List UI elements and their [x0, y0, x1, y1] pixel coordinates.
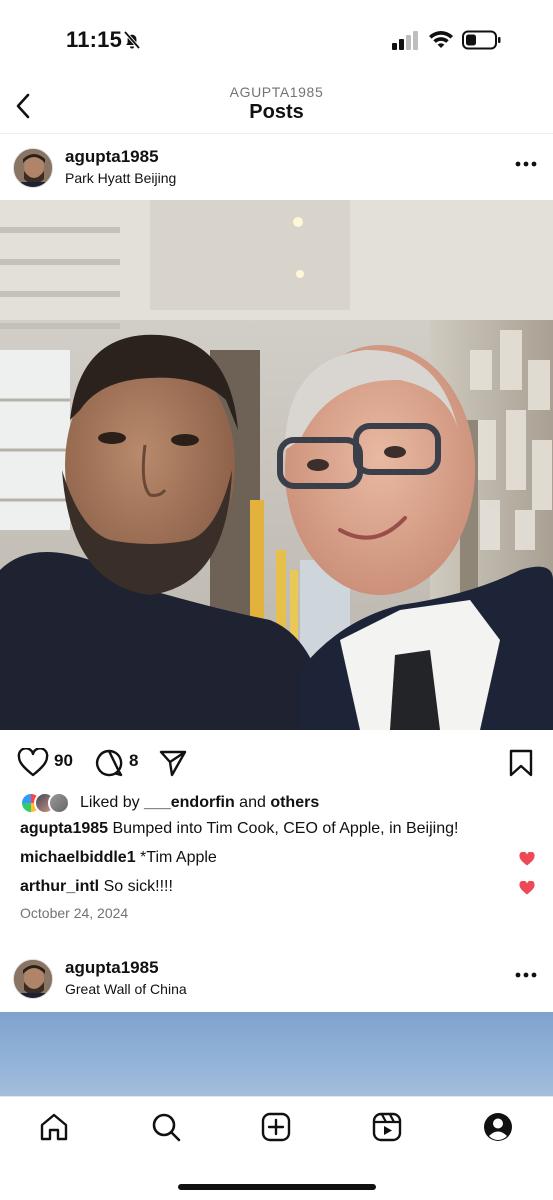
liked-by-and: and	[234, 794, 271, 811]
avatar[interactable]	[13, 148, 53, 188]
liked-by-others[interactable]: others	[270, 794, 319, 811]
reels-icon[interactable]	[371, 1111, 403, 1143]
liked-by-prefix: Liked by	[80, 794, 145, 811]
comment-username[interactable]: michaelbiddle1	[20, 849, 136, 866]
wifi-icon	[429, 31, 453, 48]
comment-text: So sick!!!!	[99, 878, 173, 895]
post-caption: agupta1985 Bumped into Tim Cook, CEO of …	[20, 820, 458, 838]
create-icon[interactable]	[260, 1111, 292, 1143]
home-icon[interactable]	[38, 1111, 70, 1143]
post-actions: 90 8	[0, 740, 553, 784]
heart-icon[interactable]	[17, 748, 49, 778]
cellular-signal-icon	[392, 31, 418, 50]
more-options-icon[interactable]	[515, 161, 537, 167]
post-header: agupta1985 Great Wall of China	[0, 946, 553, 1012]
comment-like-heart-icon[interactable]	[519, 881, 535, 895]
post-username[interactable]: agupta1985	[65, 958, 159, 978]
nav-header: AGUPTA1985 Posts	[0, 78, 553, 134]
home-indicator	[178, 1184, 376, 1190]
battery-icon	[462, 30, 501, 50]
liked-by-avatars	[20, 792, 76, 814]
liked-by-text: Liked by ___endorfin and others	[80, 794, 319, 812]
comments-count[interactable]: 8	[129, 751, 138, 771]
avatar[interactable]	[13, 959, 53, 999]
bookmark-icon[interactable]	[508, 748, 534, 778]
avatar	[48, 792, 70, 814]
share-icon[interactable]	[158, 748, 188, 778]
post-date: October 24, 2024	[20, 905, 129, 921]
comment-text: *Tim Apple	[135, 849, 217, 866]
liked-by-user[interactable]: ___endorfin	[144, 794, 235, 811]
post-header: agupta1985 Park Hyatt Beijing	[0, 135, 553, 201]
comment-item: michaelbiddle1 *Tim Apple	[20, 849, 217, 867]
status-bar: 11:15	[0, 0, 553, 80]
more-options-icon[interactable]	[515, 972, 537, 978]
comment-username[interactable]: arthur_intl	[20, 878, 99, 895]
account-name: AGUPTA1985	[229, 84, 324, 100]
post-photo[interactable]	[0, 1012, 553, 1096]
bell-off-icon	[123, 30, 141, 50]
likes-count[interactable]: 90	[54, 751, 73, 771]
comment-item: arthur_intl So sick!!!!	[20, 878, 173, 896]
status-time: 11:15	[66, 27, 123, 52]
post-photo[interactable]	[0, 200, 553, 730]
search-icon[interactable]	[150, 1111, 182, 1143]
post-username[interactable]: agupta1985	[65, 147, 159, 167]
caption-text: Bumped into Tim Cook, CEO of Apple, in B…	[108, 820, 459, 837]
profile-icon[interactable]	[482, 1111, 514, 1143]
post-location[interactable]: Great Wall of China	[65, 981, 187, 997]
comment-like-heart-icon[interactable]	[519, 852, 535, 866]
comment-icon[interactable]	[94, 748, 124, 778]
post-location[interactable]: Park Hyatt Beijing	[65, 170, 176, 186]
caption-username[interactable]: agupta1985	[20, 820, 108, 837]
page-title: Posts	[249, 101, 304, 123]
